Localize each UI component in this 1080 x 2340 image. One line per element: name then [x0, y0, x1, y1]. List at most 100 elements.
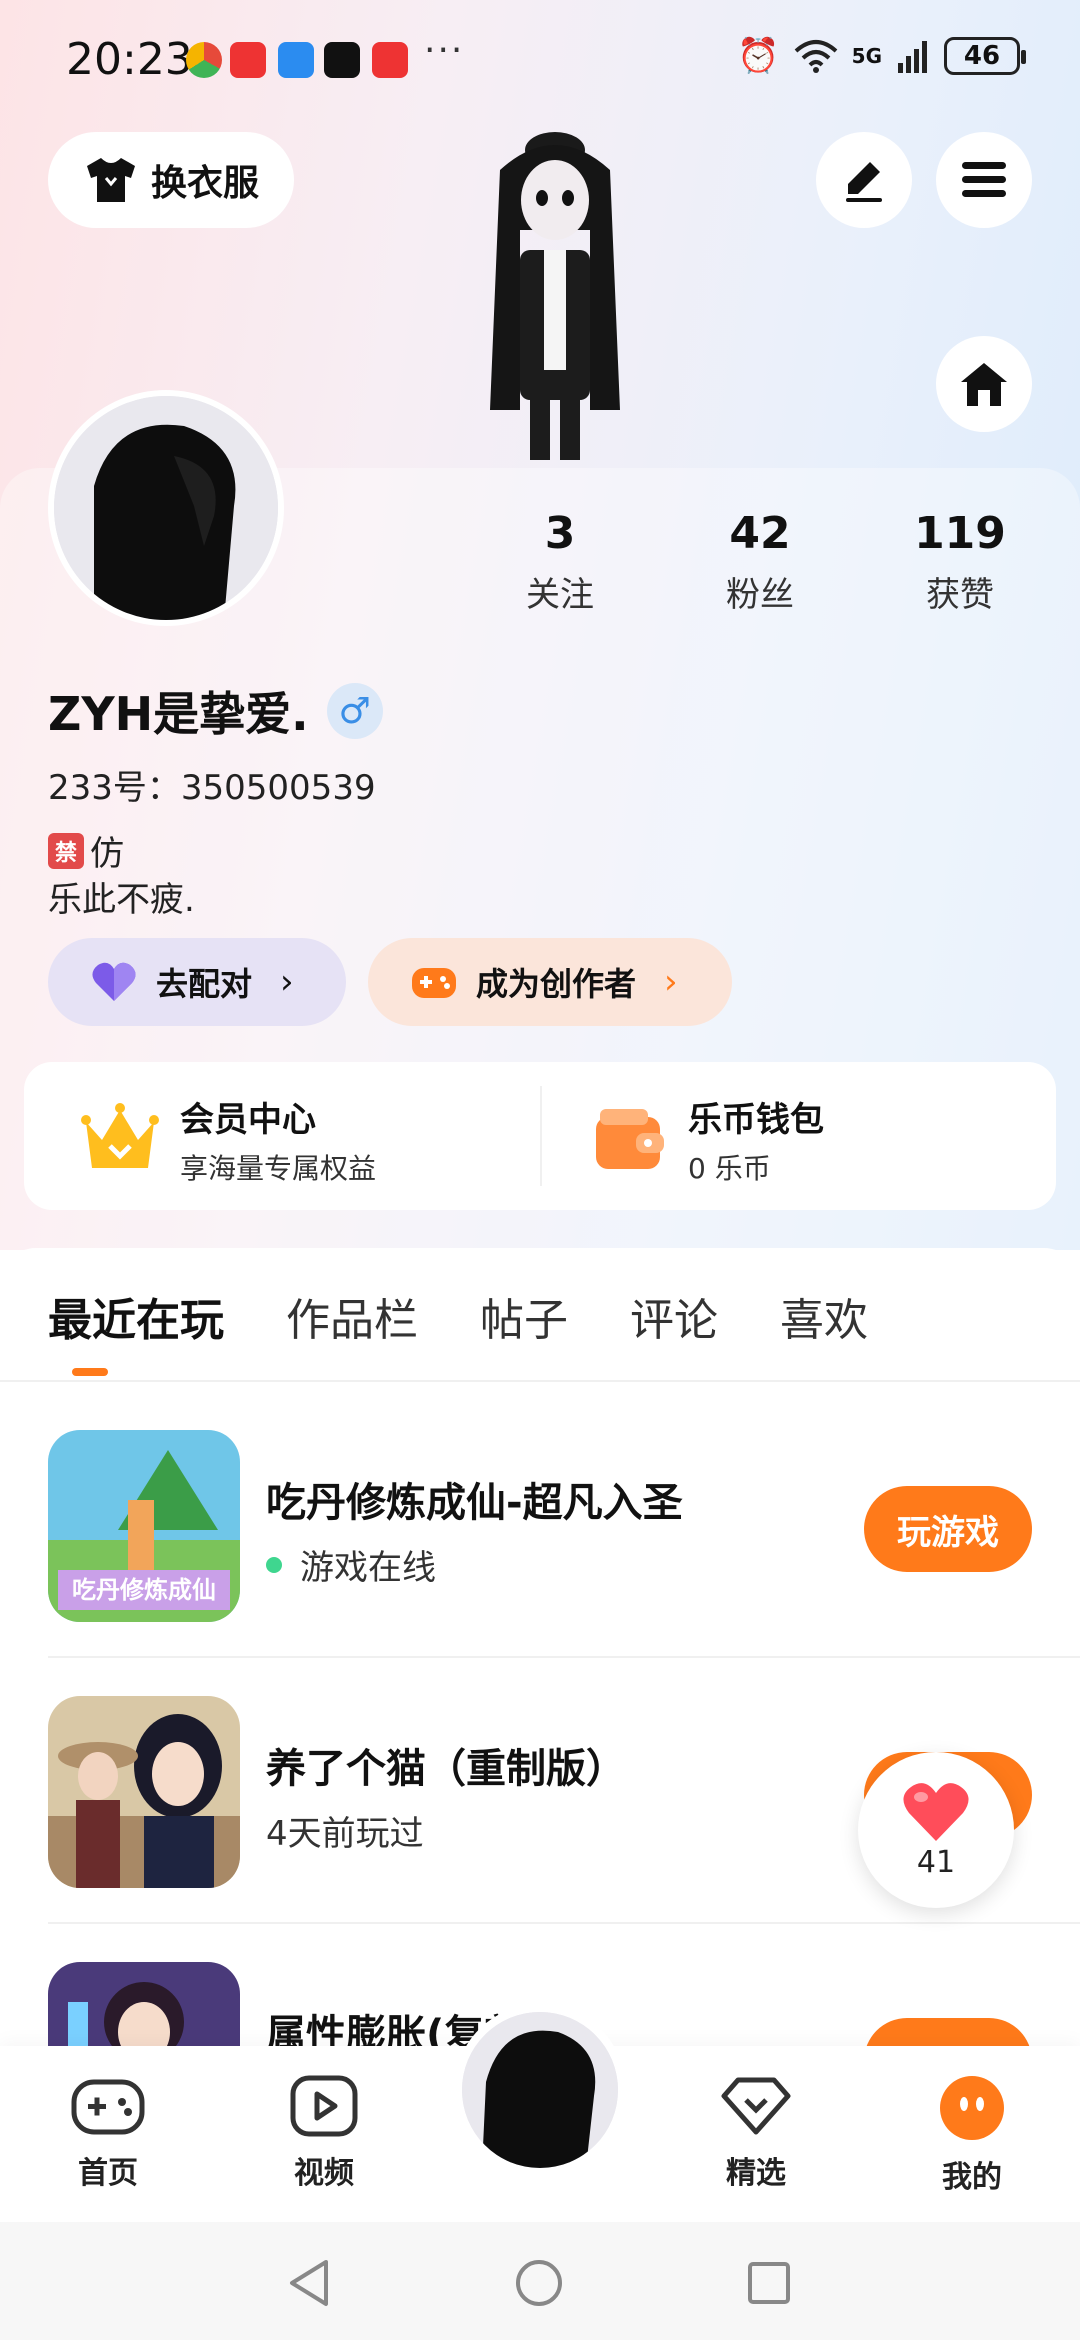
bio-line-1: 禁 仿 — [48, 826, 124, 875]
notification-icon-app1 — [186, 42, 222, 78]
ban-tag-icon: 禁 — [48, 832, 84, 869]
stat-following[interactable]: 3 关注 — [480, 508, 640, 616]
tab-recently-played[interactable]: 最近在玩 — [48, 1284, 224, 1348]
recents-square-icon[interactable] — [746, 2260, 792, 2306]
username-row: ZYH是挚爱. ♂ — [48, 678, 383, 744]
become-creator-button[interactable]: 成为创作者 › — [368, 938, 732, 1026]
vip-center-subtitle: 享海量专属权益 — [180, 1152, 377, 1185]
nav-featured[interactable]: 精选 — [686, 2074, 826, 2192]
profile-tabs: 最近在玩 作品栏 帖子 评论 喜欢 — [48, 1284, 868, 1348]
gamepad-icon — [412, 968, 456, 998]
game-title: 吃丹修炼成仙-超凡入圣 — [266, 1480, 683, 1526]
system-navigation-bar — [0, 2222, 1080, 2340]
member-wallet-card: 会员中心 享海量专属权益 乐币钱包 0 乐币 — [24, 1062, 1056, 1210]
wallet-balance: 0 乐币 — [688, 1152, 771, 1185]
notification-icon-tiktok — [324, 42, 360, 78]
play-game-button[interactable]: 玩游戏 — [864, 1486, 1032, 1572]
shirt-icon — [86, 158, 135, 202]
male-gender-icon: ♂ — [326, 683, 383, 739]
menu-button[interactable] — [936, 132, 1032, 228]
game-thumbnail: 吃丹修炼成仙 — [48, 1430, 240, 1622]
nav-featured-label: 精选 — [726, 2156, 786, 2191]
stat-likes-label: 获赞 — [926, 575, 994, 615]
nav-video-label: 视频 — [294, 2156, 354, 2191]
nav-video[interactable]: 视频 — [254, 2074, 394, 2192]
user-id: 233号：350500539 — [48, 768, 376, 808]
floating-like-button[interactable]: 41 — [858, 1752, 1014, 1908]
active-tab-indicator — [72, 1368, 108, 1376]
stat-likes[interactable]: 119 获赞 — [880, 508, 1040, 616]
bio-line-2: 乐此不疲. — [48, 880, 195, 920]
red-heart-icon — [903, 1782, 969, 1841]
tab-comments[interactable]: 评论 — [630, 1284, 718, 1348]
avatar-3d-character[interactable] — [460, 110, 650, 470]
stat-following-label: 关注 — [526, 575, 594, 615]
heart-icon — [92, 962, 136, 1001]
tabs-divider — [0, 1380, 1080, 1382]
tab-works[interactable]: 作品栏 — [286, 1284, 418, 1348]
wallet-entry[interactable]: 乐币钱包 0 乐币 — [592, 1092, 824, 1187]
tab-posts[interactable]: 帖子 — [480, 1284, 568, 1348]
match-button[interactable]: 去配对 › — [48, 938, 346, 1026]
card-divider — [540, 1086, 542, 1186]
change-outfit-button[interactable]: 换衣服 — [48, 132, 294, 228]
game-status-text: 游戏在线 — [300, 1548, 436, 1588]
notification-icon-shield — [278, 42, 314, 78]
nav-mine-label: 我的 — [942, 2160, 1002, 2195]
notification-icon-taobao — [372, 42, 408, 78]
game-row[interactable]: 吃丹修炼成仙 吃丹修炼成仙-超凡入圣 游戏在线 玩游戏 — [48, 1430, 1032, 1630]
more-notifications-icon: ··· — [424, 30, 465, 71]
home-space-button[interactable] — [936, 336, 1032, 432]
wallet-icon — [596, 1108, 664, 1169]
stat-likes-count: 119 — [914, 508, 1006, 559]
vip-center-entry[interactable]: 会员中心 享海量专属权益 — [80, 1092, 376, 1187]
profile-avatar[interactable] — [48, 390, 284, 626]
network-type: 5G — [851, 44, 882, 68]
nav-home-label: 首页 — [78, 2156, 138, 2191]
chevron-right-icon: › — [664, 962, 678, 1002]
wifi-icon — [794, 40, 837, 73]
tab-likes[interactable]: 喜欢 — [780, 1284, 868, 1348]
hamburger-menu-icon — [962, 162, 1006, 197]
profile-face-icon — [940, 2076, 1004, 2140]
content-panel: 最近在玩 作品栏 帖子 评论 喜欢 吃丹修炼成仙 吃丹修炼成仙-超凡入圣 游戏在… — [0, 1248, 1080, 2154]
bottom-navigation: 首页 视频 精选 我的 — [0, 2004, 1080, 2222]
game-thumbnail — [48, 1696, 240, 1888]
row-divider — [48, 1656, 1080, 1658]
stat-followers-count: 42 — [729, 508, 791, 559]
alarm-icon: ⏰ — [737, 36, 780, 76]
crown-icon — [81, 1102, 159, 1168]
change-outfit-label: 换衣服 — [150, 163, 259, 204]
battery-indicator: 46 — [944, 37, 1026, 75]
wallet-title: 乐币钱包 — [688, 1100, 824, 1140]
home-circle-icon[interactable] — [514, 2258, 564, 2308]
like-count: 41 — [916, 1844, 956, 1880]
nav-home[interactable]: 首页 — [38, 2074, 178, 2192]
nav-mine[interactable]: 我的 — [902, 2074, 1042, 2196]
status-bar: 20:23 ··· ⏰ 5G 46 — [0, 0, 1080, 120]
stat-followers[interactable]: 42 粉丝 — [680, 508, 840, 616]
game-last-played: 4天前玩过 — [266, 1814, 424, 1854]
game-thumbnail-title: 吃丹修炼成仙 — [72, 1576, 216, 1604]
stat-following-count: 3 — [544, 508, 576, 559]
nav-center-avatar[interactable] — [454, 2004, 626, 2176]
vip-center-title: 会员中心 — [180, 1100, 316, 1140]
stat-followers-label: 粉丝 — [726, 575, 794, 615]
match-label: 去配对 — [156, 965, 253, 1003]
game-title: 养了个猫（重制版） — [266, 1746, 626, 1792]
game-status: 游戏在线 — [266, 1540, 436, 1589]
row-divider — [48, 1922, 1080, 1924]
edit-profile-button[interactable] — [816, 132, 912, 228]
bio-line-1-text: 仿 — [90, 834, 124, 874]
online-status-dot — [266, 1556, 282, 1573]
notification-icon-huawei — [230, 42, 266, 78]
chevron-right-icon: › — [280, 962, 294, 1002]
signal-icon — [898, 41, 927, 73]
back-triangle-icon[interactable] — [286, 2258, 332, 2308]
profile-stats: 3 关注 42 粉丝 119 获赞 — [480, 508, 1040, 616]
username: ZYH是挚爱. — [48, 687, 309, 741]
become-creator-label: 成为创作者 — [476, 965, 637, 1003]
video-play-icon — [290, 2075, 358, 2137]
status-time: 20:23 — [66, 34, 193, 85]
gamepad-icon — [71, 2079, 145, 2135]
